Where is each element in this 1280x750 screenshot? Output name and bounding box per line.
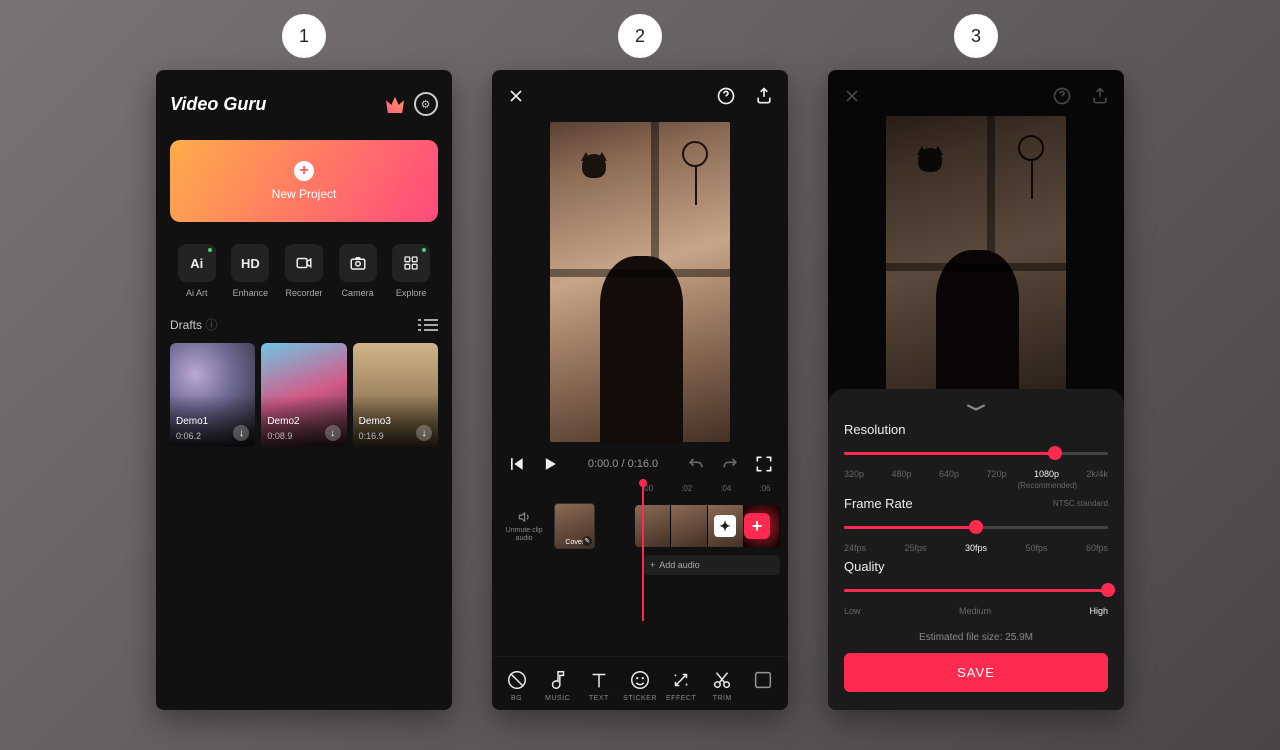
draft-item[interactable]: Demo30:16.9↓ — [353, 343, 438, 447]
estimated-size: Estimated file size: 25.9M — [844, 632, 1108, 643]
download-icon[interactable]: ↓ — [233, 425, 249, 441]
tool-ai-art[interactable]: AiAi Art — [170, 244, 224, 298]
save-button[interactable]: SAVE — [844, 653, 1108, 692]
tool-effect[interactable]: EFFECT — [661, 669, 702, 702]
close-icon[interactable] — [506, 86, 526, 106]
playback-time: 0:00.0 / 0:16.0 — [574, 458, 672, 470]
step-badge-2: 2 — [618, 14, 662, 58]
plus-icon: + — [294, 161, 314, 181]
undo-icon[interactable] — [686, 454, 706, 474]
close-icon[interactable] — [842, 86, 862, 106]
tool-explore[interactable]: Explore — [384, 244, 438, 298]
help-icon[interactable] — [716, 86, 736, 106]
tool-text[interactable]: TEXT — [578, 669, 619, 702]
video-preview[interactable] — [550, 122, 730, 442]
draft-item[interactable]: Demo10:06.2↓ — [170, 343, 255, 447]
quality-slider[interactable] — [844, 578, 1108, 604]
resolution-title: Resolution — [844, 422, 1108, 437]
skip-back-icon[interactable] — [506, 454, 526, 474]
tool-bg[interactable]: BG — [496, 669, 537, 702]
settings-icon[interactable]: ⚙ — [409, 87, 443, 121]
new-project-label: New Project — [272, 187, 337, 201]
export-icon[interactable] — [754, 86, 774, 106]
framerate-slider[interactable] — [844, 515, 1108, 541]
sheet-handle-icon[interactable] — [844, 403, 1108, 412]
download-icon[interactable]: ↓ — [416, 425, 432, 441]
unmute-clip-button[interactable]: Unmute clip audio — [500, 510, 548, 542]
framerate-title: Frame RateNTSC standard — [844, 496, 1108, 511]
screen-home: Video Guru ⚙ + New Project AiAi Art HDEn… — [156, 70, 452, 710]
premium-crown-icon[interactable] — [386, 95, 414, 113]
download-icon[interactable]: ↓ — [325, 425, 341, 441]
step-badge-1: 1 — [282, 14, 326, 58]
new-project-button[interactable]: + New Project — [170, 140, 438, 222]
tool-recorder[interactable]: Recorder — [277, 244, 331, 298]
tool-music[interactable]: MUSIC — [537, 669, 578, 702]
fullscreen-icon[interactable] — [754, 454, 774, 474]
list-view-icon[interactable] — [424, 319, 438, 331]
cover-thumbnail[interactable]: Cover✎ — [554, 503, 595, 549]
add-clip-button[interactable]: + — [744, 513, 770, 539]
tool-trim[interactable]: TRIM — [702, 669, 743, 702]
export-icon[interactable] — [1090, 86, 1110, 106]
step-badge-3: 3 — [954, 14, 998, 58]
draft-item[interactable]: Demo20:08.9↓ — [261, 343, 346, 447]
help-icon[interactable] — [1052, 86, 1072, 106]
video-preview-dimmed — [886, 116, 1066, 436]
tool-more[interactable] — [743, 669, 784, 702]
drafts-title: Drafts ⓘ — [170, 316, 217, 333]
redo-icon[interactable] — [720, 454, 740, 474]
edit-cover-icon[interactable]: ✎ — [582, 536, 592, 546]
screen-export: Resolution 320p480p640p720p1080p2k/4k (R… — [828, 70, 1124, 710]
app-logo: Video Guru — [170, 94, 386, 115]
resolution-recommended-label: (Recommended) — [844, 481, 1108, 490]
play-icon[interactable] — [540, 454, 560, 474]
add-audio-button[interactable]: +Add audio — [644, 555, 780, 575]
keyframe-button[interactable]: ✦ — [714, 515, 736, 537]
timeline-playhead[interactable] — [642, 479, 644, 621]
tool-camera[interactable]: Camera — [331, 244, 385, 298]
tool-enhance[interactable]: HDEnhance — [224, 244, 278, 298]
export-sheet: Resolution 320p480p640p720p1080p2k/4k (R… — [828, 389, 1124, 710]
tool-sticker[interactable]: STICKER — [619, 669, 660, 702]
quality-title: Quality — [844, 559, 1108, 574]
screen-editor: 0:00.0 / 0:16.0 :00:02:04:06 Unmute clip… — [492, 70, 788, 710]
resolution-slider[interactable] — [844, 441, 1108, 467]
